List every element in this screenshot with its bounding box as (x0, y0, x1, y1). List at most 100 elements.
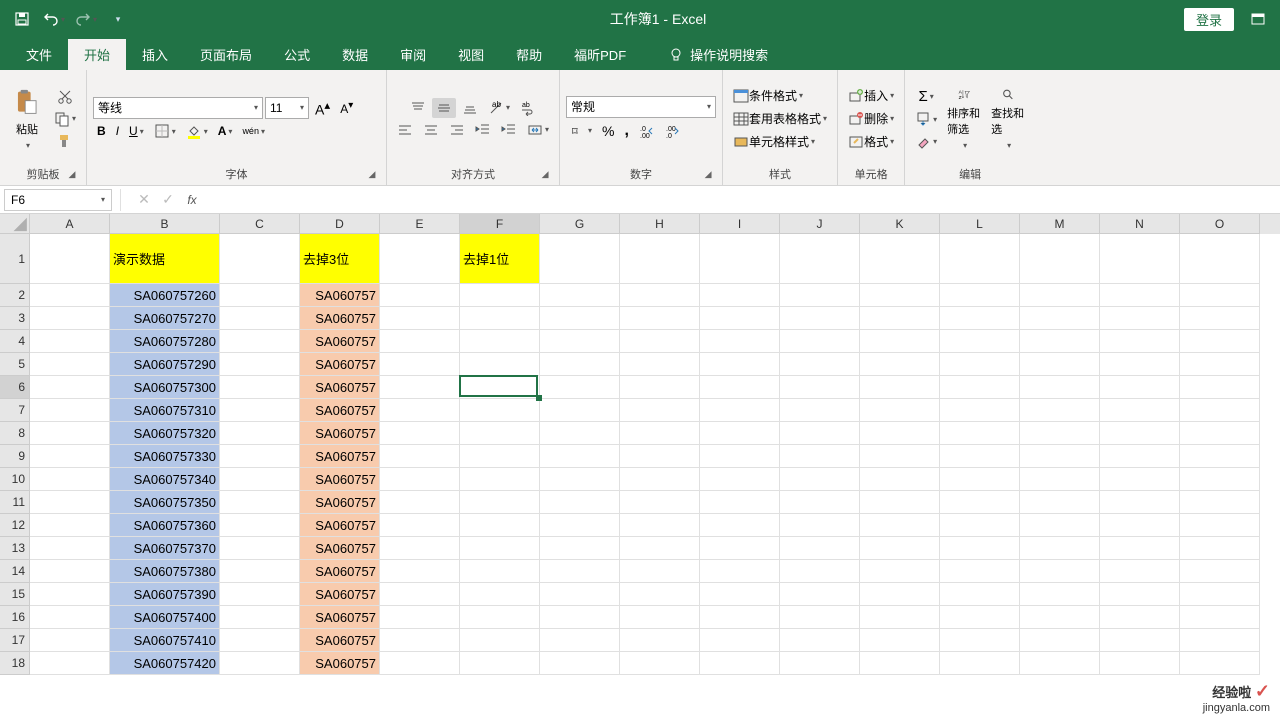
insert-function-button[interactable]: fx (180, 189, 204, 211)
tab-help[interactable]: 帮助 (500, 39, 558, 70)
tab-file[interactable]: 文件 (10, 39, 68, 70)
format-painter-button[interactable] (50, 131, 80, 151)
cell[interactable] (30, 234, 110, 284)
cell[interactable] (1100, 422, 1180, 445)
accounting-format-button[interactable]: ⌑▾ (566, 121, 596, 141)
column-headers[interactable]: ABCDEFGHIJKLMNO (30, 214, 1280, 234)
cell[interactable]: SA060757330 (110, 445, 220, 468)
cell[interactable] (220, 468, 300, 491)
cell[interactable] (30, 560, 110, 583)
row-header[interactable]: 6 (0, 376, 30, 399)
cell[interactable] (940, 284, 1020, 307)
column-header-J[interactable]: J (780, 214, 860, 234)
cell[interactable] (1100, 234, 1180, 284)
cell[interactable]: SA060757300 (110, 376, 220, 399)
cell[interactable] (780, 284, 860, 307)
cell[interactable] (220, 422, 300, 445)
cell[interactable] (860, 560, 940, 583)
cell[interactable] (460, 353, 540, 376)
cell[interactable] (860, 537, 940, 560)
cell[interactable] (700, 468, 780, 491)
cell[interactable] (30, 376, 110, 399)
cell[interactable] (780, 330, 860, 353)
cell[interactable] (1020, 560, 1100, 583)
cell[interactable] (860, 422, 940, 445)
row-headers[interactable]: 123456789101112131415161718 (0, 234, 30, 675)
cell[interactable] (860, 234, 940, 284)
cell[interactable] (380, 537, 460, 560)
cell[interactable] (30, 491, 110, 514)
cell[interactable] (30, 284, 110, 307)
cell[interactable] (940, 514, 1020, 537)
cell[interactable]: SA060757260 (110, 284, 220, 307)
column-header-B[interactable]: B (110, 214, 220, 234)
cell[interactable] (1020, 353, 1100, 376)
cell[interactable] (620, 537, 700, 560)
cell[interactable] (1180, 284, 1260, 307)
cell[interactable] (380, 234, 460, 284)
row-header[interactable]: 11 (0, 491, 30, 514)
cell[interactable]: SA060757320 (110, 422, 220, 445)
merge-center-button[interactable]: ▾ (523, 120, 553, 140)
cell[interactable] (620, 234, 700, 284)
cell[interactable]: SA060757 (300, 652, 380, 675)
cell[interactable] (540, 560, 620, 583)
row-header[interactable]: 4 (0, 330, 30, 353)
find-select-button[interactable]: 查找和选 ▾ (987, 86, 1029, 152)
cell[interactable] (860, 330, 940, 353)
cell[interactable]: SA060757 (300, 491, 380, 514)
cell[interactable] (620, 560, 700, 583)
cell[interactable] (700, 422, 780, 445)
cell[interactable]: SA060757310 (110, 399, 220, 422)
tab-data[interactable]: 数据 (326, 39, 384, 70)
cell[interactable] (700, 583, 780, 606)
cell[interactable] (220, 537, 300, 560)
format-cells-button[interactable]: 格式▾ (844, 131, 898, 152)
cell[interactable] (380, 514, 460, 537)
cell[interactable] (1100, 445, 1180, 468)
cell[interactable] (380, 468, 460, 491)
conditional-formatting-button[interactable]: 条件格式▾ (729, 85, 807, 106)
column-header-D[interactable]: D (300, 214, 380, 234)
cell[interactable] (860, 399, 940, 422)
cell[interactable] (220, 376, 300, 399)
copy-button[interactable]: ▾ (50, 109, 80, 129)
cell[interactable] (1100, 583, 1180, 606)
cell[interactable] (1100, 560, 1180, 583)
cell[interactable] (940, 560, 1020, 583)
cell[interactable] (380, 307, 460, 330)
cell[interactable] (940, 422, 1020, 445)
cell[interactable] (780, 606, 860, 629)
cell[interactable] (620, 468, 700, 491)
phonetic-guide-button[interactable]: wén▾ (238, 124, 269, 138)
cell[interactable] (220, 284, 300, 307)
cell[interactable] (380, 330, 460, 353)
cell[interactable]: 演示数据 (110, 234, 220, 284)
cell[interactable] (540, 376, 620, 399)
cell[interactable] (540, 629, 620, 652)
cell[interactable] (780, 560, 860, 583)
cell[interactable] (780, 652, 860, 675)
column-header-I[interactable]: I (700, 214, 780, 234)
cell[interactable] (620, 376, 700, 399)
cell[interactable] (700, 234, 780, 284)
orientation-button[interactable]: ab▾ (484, 98, 514, 118)
cell[interactable] (1020, 652, 1100, 675)
font-color-button[interactable]: A▾ (214, 122, 237, 140)
cell[interactable] (540, 468, 620, 491)
column-header-O[interactable]: O (1180, 214, 1260, 234)
comma-button[interactable]: , (621, 120, 633, 142)
cell[interactable]: SA060757 (300, 606, 380, 629)
ribbon-display-button[interactable] (1244, 5, 1272, 33)
cell[interactable] (540, 514, 620, 537)
align-middle-button[interactable] (432, 98, 456, 118)
cell[interactable]: SA060757 (300, 468, 380, 491)
alignment-dialog-launcher[interactable]: ◢ (539, 169, 551, 181)
cell[interactable] (780, 422, 860, 445)
column-header-C[interactable]: C (220, 214, 300, 234)
font-dialog-launcher[interactable]: ◢ (366, 169, 378, 181)
row-header[interactable]: 3 (0, 307, 30, 330)
cell[interactable] (780, 491, 860, 514)
cell[interactable] (1180, 330, 1260, 353)
percent-button[interactable]: % (598, 121, 618, 141)
